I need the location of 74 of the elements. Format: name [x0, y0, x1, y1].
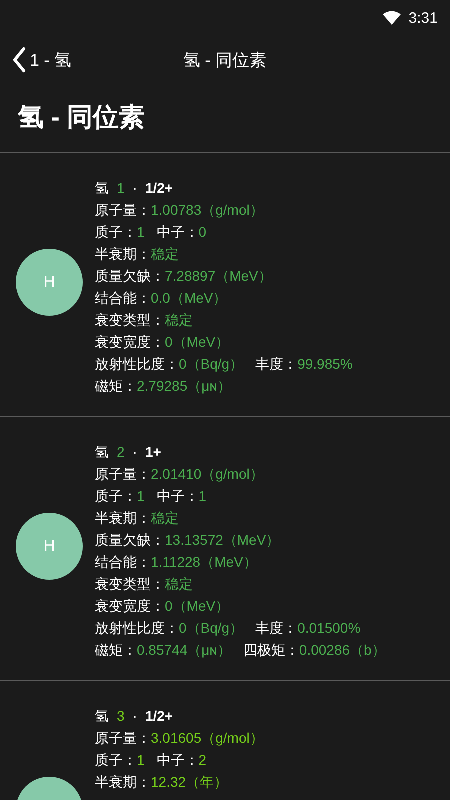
- back-icon: [12, 47, 26, 73]
- wifi-icon: [382, 11, 401, 25]
- property-value: 0.01500%: [298, 620, 361, 636]
- property-value: 1: [137, 488, 145, 504]
- separator: ·: [132, 179, 138, 198]
- property-label: 中子：: [156, 224, 199, 240]
- property-value: 99.985%: [298, 356, 353, 372]
- property-label: 放射性比度：: [95, 356, 179, 372]
- separator: ·: [132, 443, 138, 462]
- property-label: 衰变类型：: [95, 576, 165, 592]
- property-value: 稳定: [165, 576, 193, 592]
- property-label: 中子：: [156, 752, 199, 768]
- property-label: 衰变宽度：: [95, 334, 165, 350]
- property-label: 半衰期：: [95, 510, 151, 526]
- property-label: 衰变宽度：: [95, 598, 165, 614]
- property-value: 0（MeV）: [165, 598, 230, 614]
- property-label: 结合能：: [95, 554, 151, 570]
- property-value: 0（MeV）: [165, 334, 230, 350]
- property-value: 稳定: [151, 246, 179, 262]
- property-label: 原子量：: [95, 466, 151, 482]
- property-label: 原子量：: [95, 730, 151, 746]
- isotope-name: 氢: [95, 443, 109, 462]
- property-value: 1.00783（g/mol）: [151, 202, 264, 218]
- property-label: 磁矩：: [95, 642, 137, 658]
- isotope-name: 氢: [95, 707, 109, 726]
- property-label: 原子量：: [95, 202, 151, 218]
- mass-number: 1: [117, 179, 125, 198]
- property-value: 0: [198, 224, 207, 240]
- isotope-name: 氢: [95, 179, 109, 198]
- property-value: 12.32（年）: [151, 774, 228, 790]
- property-label: 磁矩：: [95, 378, 137, 394]
- page-title: 氢 - 同位素: [0, 84, 450, 153]
- property-value: 0.85744（μɴ）: [137, 642, 232, 658]
- spin: 1/2+: [145, 179, 174, 198]
- property-value: 1: [137, 752, 145, 768]
- element-avatar: H: [16, 249, 83, 316]
- property-value: 1: [137, 224, 145, 240]
- separator: ·: [132, 707, 138, 726]
- element-avatar: H: [16, 513, 83, 580]
- back-button[interactable]: 1 - 氢: [12, 47, 72, 73]
- status-time: 3:31: [408, 10, 438, 26]
- property-value: 13.13572（MeV）: [165, 532, 280, 548]
- property-label: 中子：: [156, 488, 199, 504]
- spin: 1+: [145, 443, 162, 462]
- property-label: 结合能：: [95, 290, 151, 306]
- property-value: 0（Bq/g）: [179, 620, 244, 636]
- property-value: 稳定: [165, 312, 193, 328]
- property-value: 0（Bq/g）: [179, 356, 244, 372]
- property-label: 丰度：: [256, 620, 298, 636]
- property-value: 1: [198, 488, 207, 504]
- property-value: 0.0（MeV）: [151, 290, 228, 306]
- property-label: 半衰期：: [95, 246, 151, 262]
- property-value: 0.00286（b）: [299, 642, 386, 658]
- property-label: 质量欠缺：: [95, 268, 165, 284]
- mass-number: 2: [117, 443, 125, 462]
- property-value: 稳定: [151, 510, 179, 526]
- property-value: 3.01605（g/mol）: [151, 730, 264, 746]
- property-label: 质量欠缺：: [95, 532, 165, 548]
- mass-number: 3: [117, 707, 125, 726]
- spin: 1/2+: [145, 707, 174, 726]
- property-value: 7.28897（MeV）: [165, 268, 272, 284]
- property-label: 丰度：: [256, 356, 298, 372]
- property-label: 衰变类型：: [95, 312, 165, 328]
- property-value: 2: [198, 752, 207, 768]
- property-label: 半衰期：: [95, 774, 151, 790]
- property-label: 放射性比度：: [95, 620, 179, 636]
- property-label: 四极矩：: [243, 642, 300, 658]
- property-value: 2.01410（g/mol）: [151, 466, 264, 482]
- nav-title: 氢 - 同位素: [183, 50, 267, 72]
- property-label: 质子：: [95, 752, 137, 768]
- property-value: 1.11228（MeV）: [151, 554, 258, 570]
- property-label: 质子：: [95, 224, 137, 240]
- property-value: 2.79285（μɴ）: [137, 378, 232, 394]
- property-label: 质子：: [95, 488, 137, 504]
